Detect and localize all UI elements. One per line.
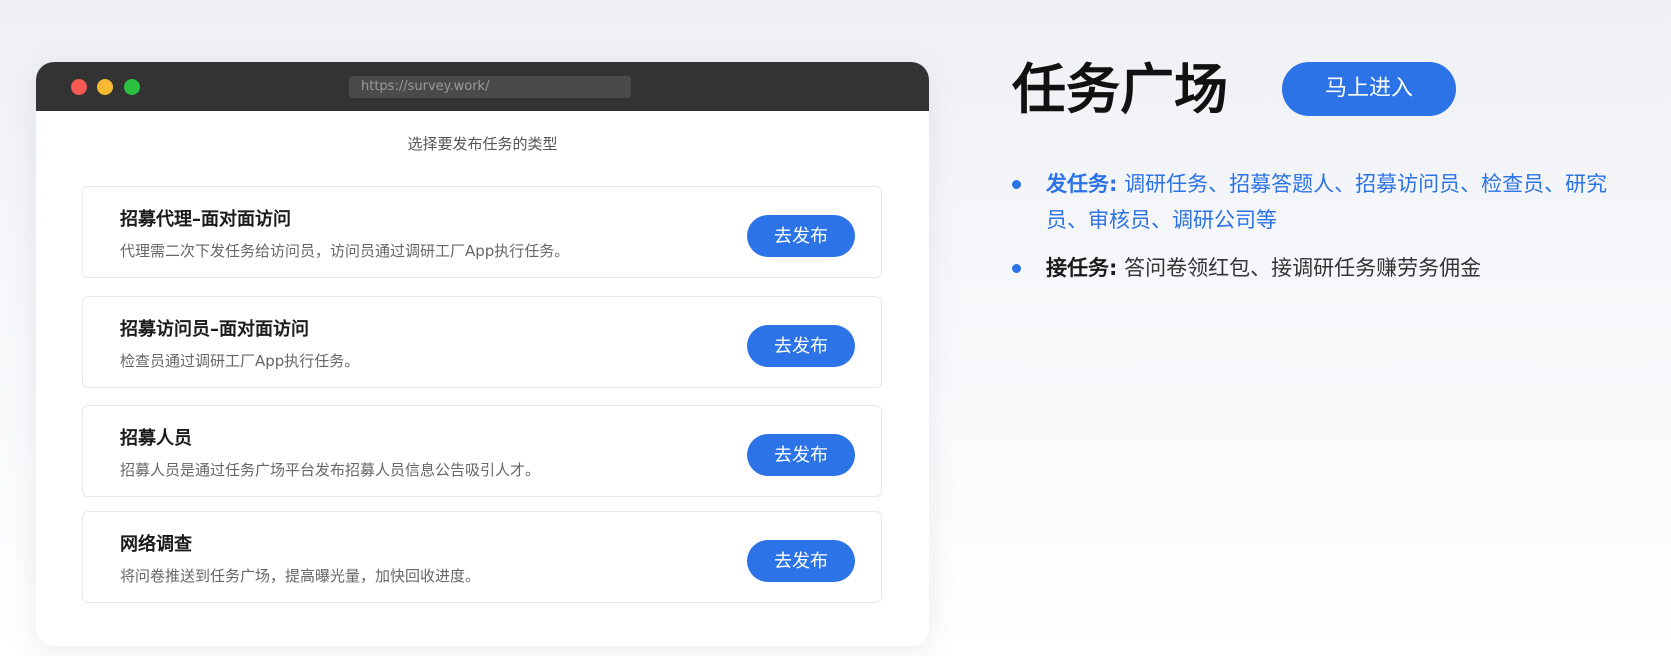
list-item: 接任务: 答问卷领红包、接调研任务赚劳务佣金: [1012, 250, 1632, 286]
card-description: 检查员通过调研工厂App执行任务。: [120, 352, 360, 370]
task-type-prompt: 选择要发布任务的类型: [407, 135, 558, 153]
page-title: 任务广场: [1012, 58, 1228, 121]
card-description: 将问卷推送到任务广场，提高曝光量，加快回收进度。: [120, 567, 481, 585]
card-description: 招募人员是通过任务广场平台发布招募人员信息公告吸引人才。: [120, 461, 541, 479]
browser-content: 选择要发布任务的类型 招募代理–面对面访问 代理需二次下发任务给访问员，访问员通…: [36, 133, 929, 603]
bullet-dot-icon: [1012, 180, 1021, 189]
task-type-card: 招募代理–面对面访问 代理需二次下发任务给访问员，访问员通过调研工厂App执行任…: [82, 186, 882, 278]
list-item: 发任务: 调研任务、招募答题人、招募访问员、检查员、研究员、审核员、调研公司等: [1012, 166, 1632, 238]
card-title: 招募人员: [120, 428, 192, 449]
task-type-card: 招募人员 招募人员是通过任务广场平台发布招募人员信息公告吸引人才。 去发布: [82, 405, 882, 497]
bullet-key: 接任务:: [1046, 256, 1118, 280]
bullet-dot-icon: [1012, 264, 1021, 273]
task-type-card: 招募访问员–面对面访问 检查员通过调研工厂App执行任务。 去发布: [82, 296, 882, 388]
enter-now-button[interactable]: 马上进入: [1282, 62, 1456, 116]
publish-button[interactable]: 去发布: [747, 325, 855, 367]
bullet-key: 发任务:: [1046, 172, 1118, 196]
bullet-value: 答问卷领红包、接调研任务赚劳务佣金: [1124, 256, 1482, 280]
card-title: 招募访问员–面对面访问: [120, 319, 309, 340]
card-title: 招募代理–面对面访问: [120, 209, 291, 230]
browser-titlebar: https://survey.work/: [36, 62, 929, 111]
maximize-window-dot[interactable]: [124, 79, 140, 95]
url-bar[interactable]: https://survey.work/: [349, 76, 631, 98]
publish-button[interactable]: 去发布: [747, 434, 855, 476]
browser-window: https://survey.work/ 选择要发布任务的类型 招募代理–面对面…: [36, 62, 929, 646]
card-title: 网络调查: [120, 534, 192, 555]
feature-list: 发任务: 调研任务、招募答题人、招募访问员、检查员、研究员、审核员、调研公司等 …: [1012, 166, 1632, 298]
bullet-value: 调研任务、招募答题人、招募访问员、检查员、研究员、审核员、调研公司等: [1046, 172, 1608, 232]
card-description: 代理需二次下发任务给访问员，访问员通过调研工厂App执行任务。: [120, 242, 570, 260]
publish-button[interactable]: 去发布: [747, 540, 855, 582]
minimize-window-dot[interactable]: [97, 79, 113, 95]
task-type-card: 网络调查 将问卷推送到任务广场，提高曝光量，加快回收进度。 去发布: [82, 511, 882, 603]
publish-button[interactable]: 去发布: [747, 215, 855, 257]
close-window-dot[interactable]: [71, 79, 87, 95]
